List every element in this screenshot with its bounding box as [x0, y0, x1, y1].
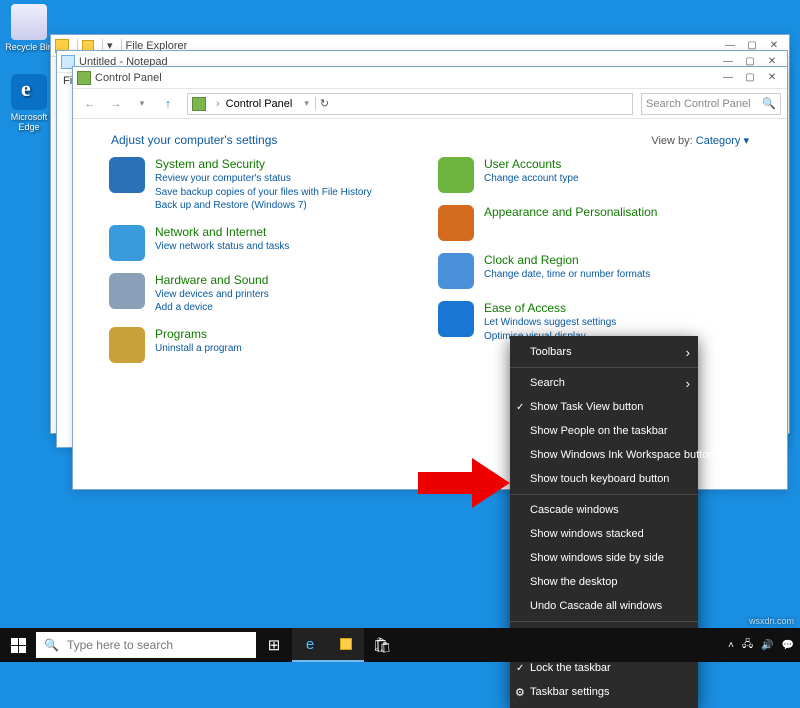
search-icon: 🔍 — [762, 97, 776, 110]
category-item[interactable]: ProgramsUninstall a program — [109, 327, 422, 363]
taskbar-app-store[interactable]: 🛍 — [364, 628, 400, 662]
desktop-icon-edge[interactable]: Microsoft Edge — [4, 74, 54, 132]
category-icon — [438, 205, 474, 241]
menu-item-show-ink[interactable]: Show Windows Ink Workspace button — [510, 443, 698, 467]
category-sublink[interactable]: Change date, time or number formats — [484, 268, 650, 282]
category-icon — [438, 157, 474, 193]
tray-volume-icon[interactable]: 🔊 — [761, 640, 773, 651]
category-sublink[interactable]: Add a device — [155, 301, 269, 315]
tray-chevron-up-icon[interactable]: ˄ — [728, 640, 734, 651]
annotation-arrow — [418, 458, 510, 508]
category-icon — [438, 301, 474, 337]
category-title[interactable]: User Accounts — [484, 157, 579, 171]
nav-up-button[interactable]: ↑ — [157, 93, 179, 115]
minimize-button[interactable]: — — [717, 69, 739, 87]
menu-item-undo-cascade[interactable]: Undo Cascade all windows — [510, 594, 698, 618]
recycle-bin-icon — [11, 4, 47, 40]
category-title[interactable]: Programs — [155, 327, 242, 341]
category-item[interactable]: Network and InternetView network status … — [109, 225, 422, 261]
category-icon — [109, 157, 145, 193]
menu-item-show-people[interactable]: Show People on the taskbar — [510, 419, 698, 443]
category-title[interactable]: Ease of Access — [484, 301, 616, 315]
menu-item-taskbar-settings[interactable]: Taskbar settings — [510, 680, 698, 704]
category-item[interactable]: System and SecurityReview your computer'… — [109, 157, 422, 213]
search-input[interactable]: Search Control Panel 🔍 — [641, 93, 781, 115]
menu-item-show-taskview[interactable]: Show Task View button — [510, 395, 698, 419]
category-item[interactable]: Clock and RegionChange date, time or num… — [438, 253, 751, 289]
close-button[interactable]: ✕ — [761, 69, 783, 87]
menu-item-side-by-side[interactable]: Show windows side by side — [510, 546, 698, 570]
tray-notifications-icon[interactable]: 💬 — [782, 640, 794, 651]
menu-item-search[interactable]: Search — [510, 371, 698, 395]
refresh-icon[interactable]: ↻ — [315, 97, 329, 110]
edge-icon — [11, 74, 47, 110]
category-sublink[interactable]: View devices and printers — [155, 288, 269, 302]
category-sublink[interactable]: Uninstall a program — [155, 342, 242, 356]
category-item[interactable]: Hardware and SoundView devices and print… — [109, 273, 422, 315]
nav-forward-button[interactable]: → — [105, 93, 127, 115]
maximize-button[interactable]: ▢ — [739, 69, 761, 87]
tray-network-icon[interactable]: 🖧 — [742, 637, 753, 654]
search-icon: 🔍 — [44, 638, 59, 652]
menu-item-stacked[interactable]: Show windows stacked — [510, 522, 698, 546]
desktop-icon-label: Recycle Bin — [4, 42, 54, 52]
task-view-button[interactable]: ⊞ — [256, 628, 292, 662]
taskbar-app-file-explorer[interactable] — [328, 628, 364, 662]
menu-item-toolbars[interactable]: Toolbars — [510, 340, 698, 364]
category-sublink[interactable]: Back up and Restore (Windows 7) — [155, 199, 372, 213]
category-title[interactable]: System and Security — [155, 157, 372, 171]
category-title[interactable]: Clock and Region — [484, 253, 650, 267]
taskbar-search-input[interactable]: 🔍 Type here to search — [36, 632, 256, 658]
nav-recent-button[interactable]: ▾ — [131, 93, 153, 115]
desktop-icon-recycle-bin[interactable]: Recycle Bin — [4, 4, 54, 52]
system-tray[interactable]: ˄ 🖧 🔊 💬 — [722, 637, 800, 654]
window-title: Control Panel — [95, 72, 162, 84]
menu-item-cascade[interactable]: Cascade windows — [510, 498, 698, 522]
category-title[interactable]: Hardware and Sound — [155, 273, 269, 287]
category-sublink[interactable]: Review your computer's status — [155, 172, 372, 186]
control-panel-icon — [192, 97, 206, 111]
category-sublink[interactable]: View network status and tasks — [155, 240, 289, 254]
menu-item-show-touch-keyboard[interactable]: Show touch keyboard button — [510, 467, 698, 491]
menu-item-show-desktop[interactable]: Show the desktop — [510, 570, 698, 594]
category-title[interactable]: Appearance and Personalisation — [484, 205, 657, 219]
category-sublink[interactable]: Let Windows suggest settings — [484, 316, 616, 330]
category-icon — [109, 225, 145, 261]
taskbar: 🔍 Type here to search ⊞ e 🛍 ˄ 🖧 🔊 💬 — [0, 628, 800, 662]
category-title[interactable]: Network and Internet — [155, 225, 289, 239]
category-item[interactable]: User AccountsChange account type — [438, 157, 751, 193]
nav-back-button[interactable]: ← — [79, 93, 101, 115]
chevron-down-icon[interactable]: ▾ — [304, 98, 309, 109]
windows-logo-icon — [11, 638, 26, 653]
taskbar-app-edge[interactable]: e — [292, 628, 328, 662]
category-sublink[interactable]: Change account type — [484, 172, 579, 186]
category-icon — [109, 327, 145, 363]
page-heading: Adjust your computer's settings — [111, 133, 277, 147]
start-button[interactable] — [0, 628, 36, 662]
control-panel-icon — [77, 71, 91, 85]
category-item[interactable]: Appearance and Personalisation — [438, 205, 751, 241]
desktop-icon-label: Microsoft Edge — [4, 112, 54, 132]
view-by-selector[interactable]: View by: Category ▾ — [651, 134, 749, 147]
category-icon — [438, 253, 474, 289]
category-icon — [109, 273, 145, 309]
breadcrumb[interactable]: Control Panel — [226, 98, 293, 110]
category-sublink[interactable]: Save backup copies of your files with Fi… — [155, 186, 372, 200]
address-bar[interactable]: › Control Panel ▾ ↻ — [187, 93, 633, 115]
watermark: wsxdn.com — [749, 616, 794, 626]
